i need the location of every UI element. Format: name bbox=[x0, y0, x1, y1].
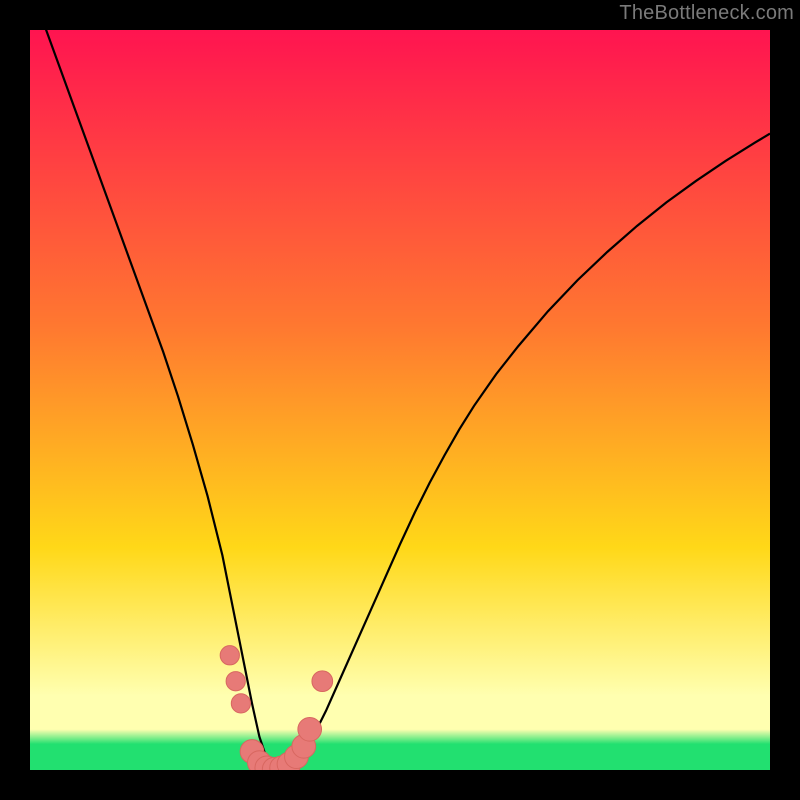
data-marker bbox=[298, 717, 322, 741]
data-marker bbox=[231, 694, 250, 713]
chart-plot-area bbox=[30, 30, 770, 770]
data-marker bbox=[220, 646, 239, 665]
data-marker bbox=[312, 671, 333, 692]
chart-frame: TheBottleneck.com bbox=[0, 0, 800, 800]
chart-svg bbox=[30, 30, 770, 770]
data-marker bbox=[226, 672, 245, 691]
watermark-text: TheBottleneck.com bbox=[619, 2, 794, 25]
gradient-background bbox=[30, 30, 770, 770]
